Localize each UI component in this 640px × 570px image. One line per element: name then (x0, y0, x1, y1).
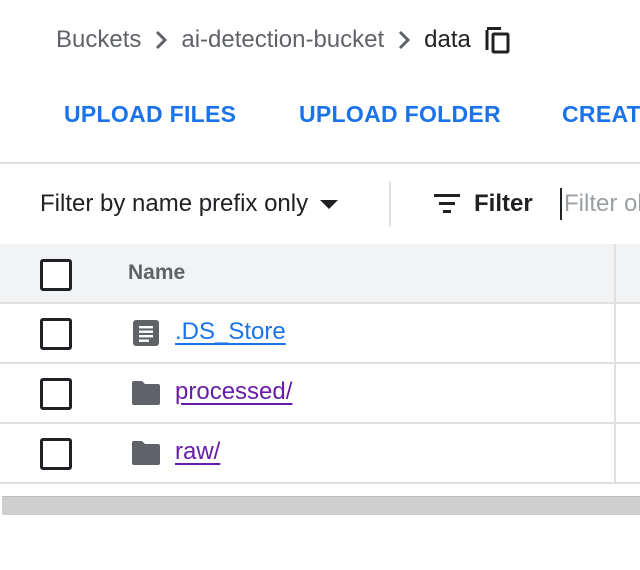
upload-files-button[interactable]: UPLOAD FILES (64, 96, 236, 132)
column-header-name[interactable]: Name (128, 261, 185, 285)
table-row: .DS_Store (0, 304, 640, 362)
upload-folder-button[interactable]: UPLOAD FOLDER (299, 96, 501, 132)
column-resize-handle[interactable] (614, 244, 616, 482)
filter-button[interactable]: Filter (432, 186, 533, 222)
chevron-right-icon (141, 29, 181, 51)
content-copy-icon (485, 27, 510, 54)
breadcrumb-bucket-link[interactable]: ai-detection-bucket (181, 26, 384, 54)
filter-list-icon (434, 194, 460, 213)
folder-icon (131, 378, 161, 408)
filter-button-label: Filter (474, 190, 533, 217)
folder-link[interactable]: processed/ (175, 378, 292, 406)
breadcrumb-current-folder: data (424, 26, 471, 53)
create-folder-button[interactable]: CREAT (562, 96, 640, 132)
row-divider (0, 482, 640, 484)
dropdown-arrow-icon (320, 199, 339, 209)
table-row: raw/ (0, 424, 640, 482)
table-header: Name (0, 244, 640, 302)
table-row: processed/ (0, 364, 640, 422)
action-toolbar: UPLOAD FILES UPLOAD FOLDER CREAT (0, 96, 640, 132)
select-all-checkbox[interactable] (40, 259, 72, 291)
breadcrumb-buckets-link[interactable]: Buckets (56, 26, 141, 54)
chevron-right-icon (384, 29, 424, 51)
filter-input[interactable] (560, 188, 640, 220)
document-icon (131, 318, 161, 348)
row-checkbox[interactable] (40, 318, 72, 350)
folder-link[interactable]: raw/ (175, 438, 220, 466)
filter-bar: Filter by name prefix only Filter (0, 164, 640, 244)
breadcrumb: Buckets ai-detection-bucket data (56, 22, 511, 58)
copy-path-button[interactable] (485, 26, 511, 54)
filter-mode-label: Filter by name prefix only (40, 190, 309, 217)
row-checkbox[interactable] (40, 438, 72, 470)
row-checkbox[interactable] (40, 378, 72, 410)
object-link[interactable]: .DS_Store (175, 318, 286, 346)
filter-mode-dropdown[interactable]: Filter by name prefix only (40, 186, 339, 222)
horizontal-scrollbar[interactable] (2, 496, 640, 515)
divider (389, 181, 391, 227)
folder-icon (131, 438, 161, 468)
